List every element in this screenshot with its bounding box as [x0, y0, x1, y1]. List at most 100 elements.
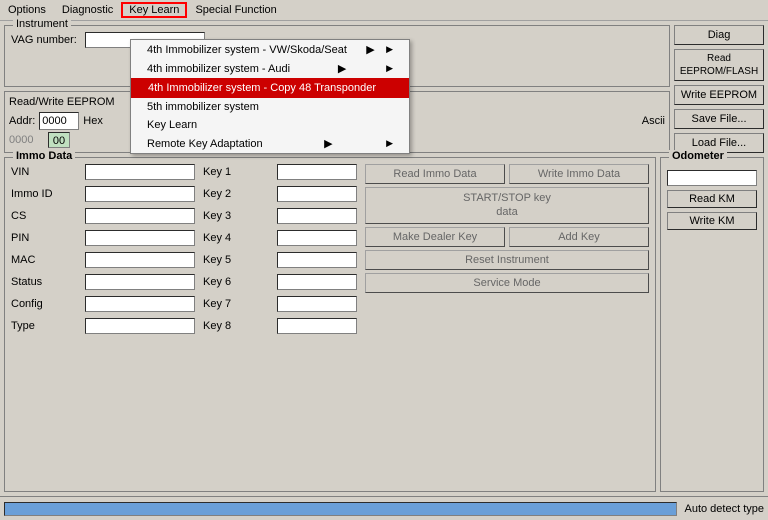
- menubar: Options Diagnostic Key Learn Special Fun…: [0, 0, 768, 21]
- key6-row: Key 6: [203, 274, 357, 290]
- key4-input[interactable]: [277, 230, 357, 246]
- key3-row: Key 3: [203, 208, 357, 224]
- key8-input[interactable]: [277, 318, 357, 334]
- vw-arrow: ▶: [366, 43, 374, 56]
- immo-id-row: Immo ID: [11, 186, 195, 202]
- key2-input[interactable]: [277, 186, 357, 202]
- status-row: Status: [11, 274, 195, 290]
- read-eeprom-button[interactable]: ReadEEPROM/FLASH: [674, 49, 764, 81]
- immo-action-buttons: Read Immo Data Write Immo Data START/STO…: [365, 164, 649, 485]
- write-immo-data-button[interactable]: Write Immo Data: [509, 164, 649, 184]
- addr-label: Addr:: [9, 115, 35, 127]
- read-km-button[interactable]: Read KM: [667, 190, 757, 208]
- dropdown-menu: 4th Immobilizer system - VW/Skoda/Seat ▶…: [130, 39, 410, 154]
- cs-label: CS: [11, 210, 81, 222]
- dropdown-item-copy48-label: 4th Immobilizer system - Copy 48 Transpo…: [148, 82, 376, 94]
- eeprom-title: Read/Write EEPROM: [9, 96, 115, 108]
- key6-input[interactable]: [277, 274, 357, 290]
- odometer-input[interactable]: [667, 170, 757, 186]
- status-label: Status: [11, 276, 81, 288]
- key3-label: Key 3: [203, 210, 273, 222]
- odometer-section: Odometer Read KM Write KM: [660, 157, 764, 492]
- vag-label: VAG number:: [11, 34, 81, 46]
- key1-label: Key 1: [203, 166, 273, 178]
- key7-input[interactable]: [277, 296, 357, 312]
- main-content: Instrument VAG number: Read/Write EEPROM…: [0, 21, 768, 496]
- read-immo-data-button[interactable]: Read Immo Data: [365, 164, 505, 184]
- status-progress-bar: [4, 502, 677, 516]
- reset-instrument-button[interactable]: Reset Instrument: [365, 250, 649, 270]
- key5-row: Key 5: [203, 252, 357, 268]
- key1-row: Key 1: [203, 164, 357, 180]
- key2-row: Key 2: [203, 186, 357, 202]
- dropdown-item-copy48[interactable]: 4th Immobilizer system - Copy 48 Transpo…: [131, 78, 409, 98]
- pin-input[interactable]: [85, 230, 195, 246]
- status-input[interactable]: [85, 274, 195, 290]
- add-key-button[interactable]: Add Key: [509, 227, 649, 247]
- dropdown-item-5th-label: 5th immobilizer system: [147, 101, 259, 113]
- cs-input[interactable]: [85, 208, 195, 224]
- statusbar: Auto detect type: [0, 496, 768, 520]
- status-text: Auto detect type: [681, 503, 765, 515]
- save-file-button[interactable]: Save File...: [674, 109, 764, 129]
- write-eeprom-button[interactable]: Write EEPROM: [674, 85, 764, 105]
- data-addr: 0000: [9, 134, 44, 146]
- type-label: Type: [11, 320, 81, 332]
- immo-id-input[interactable]: [85, 186, 195, 202]
- key5-input[interactable]: [277, 252, 357, 268]
- right-buttons: Diag ReadEEPROM/FLASH Write EEPROM Save …: [674, 25, 764, 153]
- config-input[interactable]: [85, 296, 195, 312]
- dealer-add-row: Make Dealer Key Add Key: [365, 227, 649, 247]
- mac-input[interactable]: [85, 252, 195, 268]
- menu-key-learn[interactable]: Key Learn: [121, 2, 187, 18]
- key8-label: Key 8: [203, 320, 273, 332]
- audi-arrow: ▶: [338, 62, 346, 75]
- odometer-title: Odometer: [669, 150, 727, 162]
- pin-row: PIN: [11, 230, 195, 246]
- menu-options[interactable]: Options: [0, 2, 54, 18]
- cs-row: CS: [11, 208, 195, 224]
- service-mode-button[interactable]: Service Mode: [365, 273, 649, 293]
- key1-input[interactable]: [277, 164, 357, 180]
- dropdown-item-5th[interactable]: 5th immobilizer system: [131, 98, 409, 116]
- start-stop-button[interactable]: START/STOP keydata: [365, 187, 649, 224]
- data-val: 00: [48, 132, 70, 148]
- immo-title: Immo Data: [13, 150, 75, 162]
- dropdown-container: 4th Immobilizer system - VW/Skoda/Seat ▶…: [130, 39, 410, 154]
- immo-section: Immo Data VIN Immo ID CS: [4, 157, 656, 492]
- remote-arrow: ▶: [324, 137, 332, 150]
- immo-id-label: Immo ID: [11, 188, 81, 200]
- immo-keys: Key 1 Key 2 Key 3 Key 4: [203, 164, 357, 485]
- type-row: Type: [11, 318, 195, 334]
- bottom-section: Immo Data VIN Immo ID CS: [4, 157, 764, 492]
- dropdown-item-remote[interactable]: Remote Key Adaptation ▶: [131, 134, 409, 153]
- mac-label: MAC: [11, 254, 81, 266]
- menu-diagnostic[interactable]: Diagnostic: [54, 2, 121, 18]
- key4-row: Key 4: [203, 230, 357, 246]
- addr-input[interactable]: [39, 112, 79, 130]
- vin-label: VIN: [11, 166, 81, 178]
- key2-label: Key 2: [203, 188, 273, 200]
- dropdown-item-keylearn[interactable]: Key Learn: [131, 116, 409, 134]
- ascii-label: Ascii: [642, 115, 665, 127]
- key3-input[interactable]: [277, 208, 357, 224]
- mac-row: MAC: [11, 252, 195, 268]
- dropdown-item-audi[interactable]: 4th immobilizer system - Audi ▶: [131, 59, 409, 78]
- vin-input[interactable]: [85, 164, 195, 180]
- key4-label: Key 4: [203, 232, 273, 244]
- write-km-button[interactable]: Write KM: [667, 212, 757, 230]
- reset-row: Reset Instrument: [365, 250, 649, 270]
- key5-label: Key 5: [203, 254, 273, 266]
- key7-label: Key 7: [203, 298, 273, 310]
- menu-special-function[interactable]: Special Function: [187, 2, 284, 18]
- dropdown-item-vw[interactable]: 4th Immobilizer system - VW/Skoda/Seat ▶: [131, 40, 409, 59]
- dropdown-item-vw-label: 4th Immobilizer system - VW/Skoda/Seat: [147, 44, 347, 56]
- key7-row: Key 7: [203, 296, 357, 312]
- diag-button[interactable]: Diag: [674, 25, 764, 45]
- config-row: Config: [11, 296, 195, 312]
- vin-row: VIN: [11, 164, 195, 180]
- make-dealer-key-button[interactable]: Make Dealer Key: [365, 227, 505, 247]
- type-input[interactable]: [85, 318, 195, 334]
- instrument-title: Instrument: [13, 18, 71, 30]
- service-row: Service Mode: [365, 273, 649, 293]
